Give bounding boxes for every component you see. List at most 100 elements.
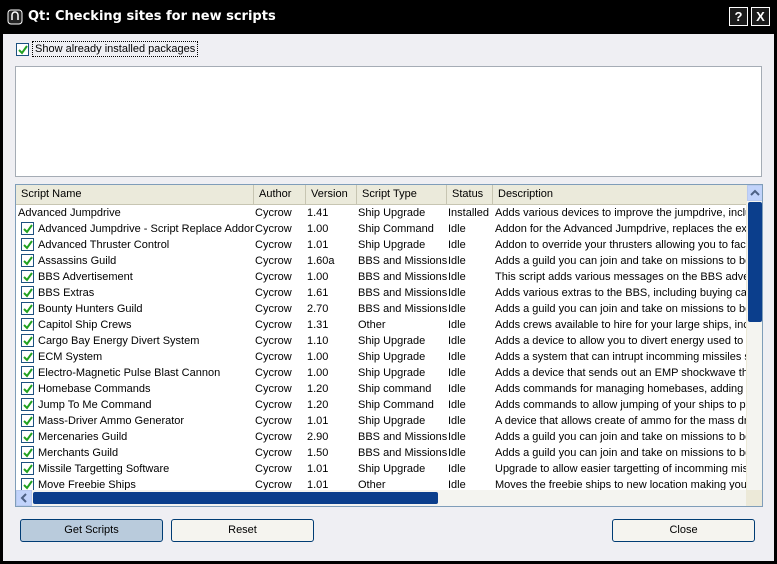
row-checkbox[interactable]	[21, 350, 34, 363]
row-checkbox[interactable]	[21, 302, 34, 315]
script-name: BBS Advertisement	[38, 271, 133, 283]
row-status-cell: Idle	[448, 287, 466, 299]
check-mark-icon	[23, 224, 33, 234]
row-checkbox[interactable]	[21, 254, 34, 267]
get-scripts-button[interactable]: Get Scripts	[20, 519, 163, 542]
row-name-cell: Cargo Bay Energy Divert System	[16, 333, 254, 349]
table-row[interactable]: Assassins Guild Cycrow 1.60a BBS and Missio…	[16, 253, 748, 269]
column-header-author[interactable]: Author	[254, 185, 306, 204]
table-row[interactable]: ECM System Cycrow 1.00 Ship Upgrade Idle Adds…	[16, 349, 748, 365]
check-mark-icon	[23, 448, 33, 458]
table-row[interactable]: Capitol Ship Crews Cycrow 1.31 Other Idle Add…	[16, 317, 748, 333]
reset-button[interactable]: Reset	[171, 519, 314, 542]
column-header-script-name[interactable]: Script Name	[16, 185, 254, 204]
script-name: Advanced Jumpdrive	[18, 207, 121, 219]
row-author-cell: Cycrow	[255, 239, 292, 251]
title-bar[interactable]: Qt: Checking sites for new scripts ? X	[0, 0, 777, 34]
window-title: Qt: Checking sites for new scripts	[28, 9, 276, 24]
row-description-cell: Upgrade to allow easier targetting of in…	[495, 463, 748, 475]
row-version-cell: 1.01	[307, 463, 329, 475]
row-description-cell: Adds commands for managing homebases, ad…	[495, 383, 748, 395]
row-description-cell: Adds a guild you can join and take on mi…	[495, 303, 748, 315]
row-checkbox[interactable]	[21, 318, 34, 331]
row-checkbox[interactable]	[21, 462, 34, 475]
show-installed-label[interactable]: Show already installed packages	[32, 41, 199, 57]
row-checkbox[interactable]	[21, 382, 34, 395]
vertical-scrollbar[interactable]	[746, 185, 762, 490]
row-checkbox[interactable]	[21, 238, 34, 251]
table-row[interactable]: Cargo Bay Energy Divert System Cycrow 1.10…	[16, 333, 748, 349]
table-row[interactable]: Merchants Guild Cycrow 1.50 BBS and Mission…	[16, 445, 748, 461]
row-type-cell: BBS and Missions	[358, 447, 448, 459]
row-status-cell: Installed	[448, 207, 489, 219]
table-row[interactable]: Mercenaries Guild Cycrow 2.90 BBS and Missi…	[16, 429, 748, 445]
close-window-button[interactable]: X	[751, 7, 770, 26]
details-textbox[interactable]	[15, 66, 762, 177]
row-version-cell: 2.90	[307, 431, 329, 443]
row-author-cell: Cycrow	[255, 415, 292, 427]
row-author-cell: Cycrow	[255, 463, 292, 475]
row-version-cell: 1.00	[307, 367, 329, 379]
horizontal-scrollbar[interactable]	[16, 490, 746, 506]
row-checkbox[interactable]	[21, 334, 34, 347]
row-checkbox[interactable]	[21, 398, 34, 411]
row-checkbox[interactable]	[21, 222, 34, 235]
column-header-script-type[interactable]: Script Type	[357, 185, 447, 204]
script-name: Mass-Driver Ammo Generator	[38, 415, 185, 427]
vertical-scroll-thumb[interactable]	[748, 202, 762, 322]
table-row[interactable]: Bounty Hunters Guild Cycrow 2.70 BBS and Mi…	[16, 301, 748, 317]
row-checkbox[interactable]	[21, 270, 34, 283]
column-header-status[interactable]: Status	[447, 185, 493, 204]
arrow-up-icon	[750, 189, 760, 196]
script-name: Bounty Hunters Guild	[38, 303, 143, 315]
row-name-cell: Capitol Ship Crews	[16, 317, 254, 333]
column-header-description[interactable]: Description	[493, 185, 746, 204]
help-button[interactable]: ?	[729, 7, 748, 26]
row-description-cell: Adds a guild you can join and take on mi…	[495, 255, 748, 267]
check-mark-icon	[23, 480, 33, 490]
row-author-cell: Cycrow	[255, 287, 292, 299]
table-row[interactable]: Advanced Jumpdrive - Script Replace Addo…	[16, 221, 748, 237]
check-mark-icon	[23, 368, 33, 378]
table-row[interactable]: Missile Targetting Software Cycrow 1.01 Shi…	[16, 461, 748, 477]
row-author-cell: Cycrow	[255, 335, 292, 347]
scroll-up-button[interactable]	[747, 185, 762, 201]
row-author-cell: Cycrow	[255, 255, 292, 267]
row-author-cell: Cycrow	[255, 271, 292, 283]
row-checkbox[interactable]	[21, 446, 34, 459]
scripts-table: Script Name Author Version Script Type S…	[15, 184, 763, 507]
row-description-cell: Adds commands to allow jumping of your s…	[495, 399, 748, 411]
row-description-cell: Adds a guild you can join and take on mi…	[495, 447, 748, 459]
row-description-cell: Adds various devices to improve the jump…	[495, 207, 748, 219]
row-name-cell: Jump To Me Command	[16, 397, 254, 413]
table-row[interactable]: Advanced Thruster Control Cycrow 1.01 Ship …	[16, 237, 748, 253]
script-name: Capitol Ship Crews	[38, 319, 132, 331]
row-status-cell: Idle	[448, 447, 466, 459]
row-checkbox[interactable]	[21, 366, 34, 379]
table-row[interactable]: BBS Extras Cycrow 1.61 BBS and Missions Idle…	[16, 285, 748, 301]
scroll-left-button[interactable]	[16, 490, 32, 506]
row-checkbox[interactable]	[21, 430, 34, 443]
table-row[interactable]: BBS Advertisement Cycrow 1.00 BBS and Missi…	[16, 269, 748, 285]
row-checkbox[interactable]	[21, 286, 34, 299]
horizontal-scroll-thumb[interactable]	[33, 492, 438, 504]
script-name: Merchants Guild	[38, 447, 119, 459]
row-name-cell: Advanced Jumpdrive - Script Replace Addo…	[16, 221, 254, 237]
row-version-cell: 1.31	[307, 319, 329, 331]
close-button[interactable]: Close	[612, 519, 755, 542]
table-row[interactable]: Homebase Commands Cycrow 1.20 Ship command I…	[16, 381, 748, 397]
row-author-cell: Cycrow	[255, 223, 292, 235]
row-checkbox[interactable]	[21, 414, 34, 427]
column-header-version[interactable]: Version	[306, 185, 357, 204]
dialog-window: Qt: Checking sites for new scripts ? X S…	[0, 0, 777, 564]
table-row[interactable]: Jump To Me Command Cycrow 1.20 Ship Command…	[16, 397, 748, 413]
table-row[interactable]: Advanced Jumpdrive Cycrow 1.41 Ship Upgrade…	[16, 205, 748, 221]
check-mark-icon	[23, 256, 33, 266]
check-mark-icon	[23, 240, 33, 250]
table-row[interactable]: Electro-Magnetic Pulse Blast Cannon Cycro…	[16, 365, 748, 381]
show-installed-checkbox[interactable]	[16, 43, 29, 56]
row-type-cell: Ship Upgrade	[358, 351, 426, 363]
row-type-cell: Ship Upgrade	[358, 239, 426, 251]
row-type-cell: BBS and Missions	[358, 303, 448, 315]
table-row[interactable]: Mass-Driver Ammo Generator Cycrow 1.01 Ship…	[16, 413, 748, 429]
